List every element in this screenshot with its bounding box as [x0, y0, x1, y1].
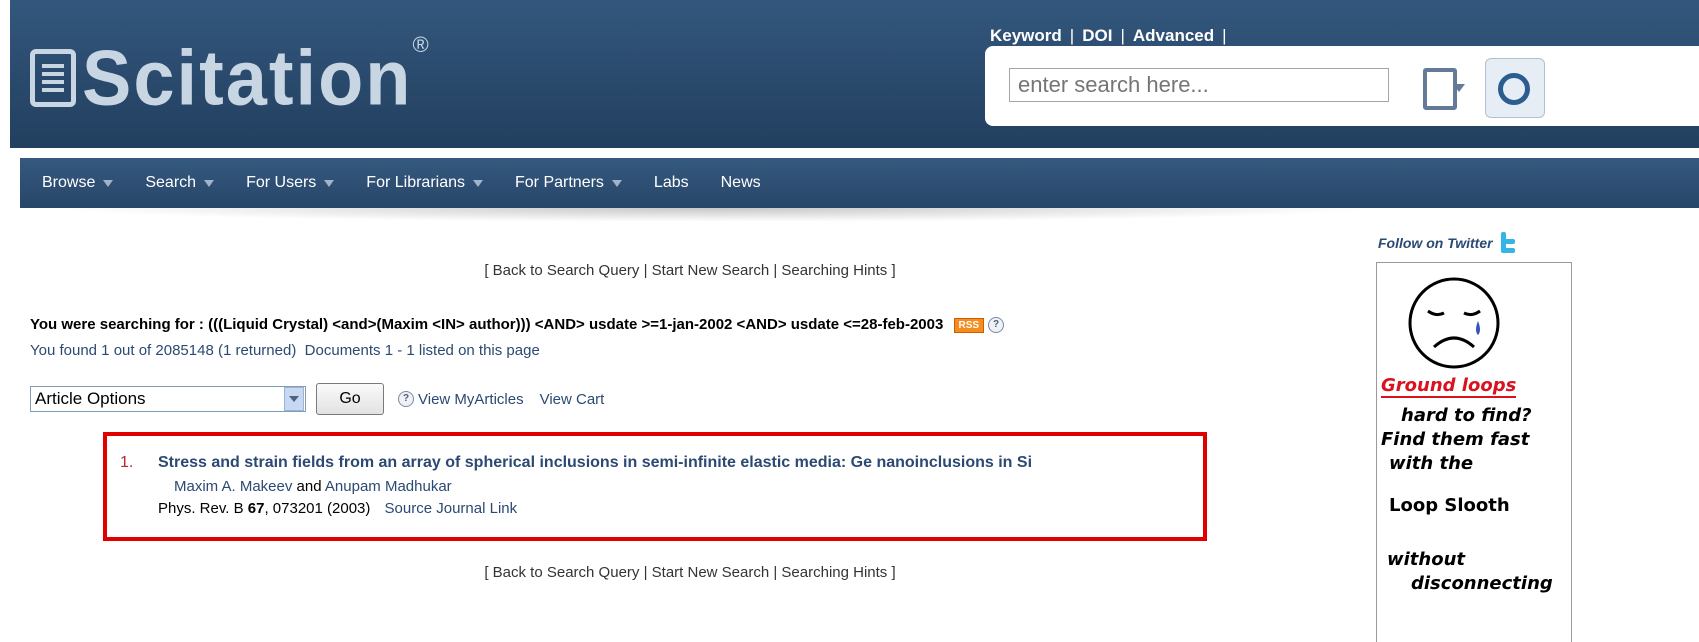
view-myarticles-link[interactable]: View MyArticles: [418, 391, 524, 408]
search-hints-bottom: [ Back to Search Query | Start New Searc…: [484, 564, 896, 581]
registered-mark: ®: [412, 32, 429, 57]
document-dropdown-icon[interactable]: [1423, 68, 1465, 110]
back-to-search-link[interactable]: Back to Search Query: [493, 262, 640, 279]
chevron-down-icon: [103, 179, 114, 187]
ad-product-name: Loop Slooth: [1389, 495, 1510, 516]
nav-search[interactable]: Search: [145, 174, 215, 192]
chevron-down-icon[interactable]: [284, 387, 304, 411]
logo-document-icon: [30, 48, 76, 107]
new-search-link[interactable]: Start New Search: [652, 262, 770, 279]
search-mode-keyword[interactable]: Keyword: [990, 26, 1062, 45]
found-text: You found 1 out of 2085148 (1 returned): [30, 342, 297, 359]
nav-for-users[interactable]: For Users: [246, 174, 335, 192]
query-text: (((Liquid Crystal) <and>(Maxim <IN> auth…: [203, 316, 944, 333]
search-hints-top: [ Back to Search Query | Start New Searc…: [484, 262, 896, 279]
back-to-search-link[interactable]: Back to Search Query: [493, 564, 640, 581]
nav-labs[interactable]: Labs: [654, 174, 689, 192]
documents-range: Documents 1 - 1 listed on this page: [304, 342, 540, 359]
nav-shadow: [50, 208, 1380, 222]
twitter-icon[interactable]: [1499, 232, 1517, 254]
search-mode-links: Keyword | DOI | Advanced |: [990, 26, 1227, 45]
article-options-select[interactable]: Article Options: [30, 386, 306, 412]
results-count: You found 1 out of 2085148 (1 returned) …: [30, 342, 540, 359]
help-icon[interactable]: ?: [398, 391, 414, 407]
go-button[interactable]: Go: [316, 383, 384, 415]
search-mode-advanced[interactable]: Advanced: [1133, 26, 1214, 45]
ad-headline: Ground loops: [1381, 375, 1517, 398]
source-journal-link[interactable]: Source Journal Link: [385, 500, 518, 517]
search-query-line: You were searching for : (((Liquid Cryst…: [30, 316, 1005, 334]
article-options-row: Article Options Go ? View MyArticles Vie…: [30, 383, 604, 415]
nav-for-librarians[interactable]: For Librarians: [366, 174, 483, 192]
page-frame: Scitation ® Keyword|DOI|Advanced| Browse…: [10, 0, 1699, 642]
help-icon[interactable]: ?: [988, 317, 1005, 334]
nav-browse[interactable]: Browse: [42, 174, 114, 192]
nav-news[interactable]: News: [721, 174, 761, 192]
result-authors: Maxim A. Makeev and Anupam Madhukar: [174, 478, 452, 495]
searching-hints-link[interactable]: Searching Hints: [781, 564, 887, 581]
scitation-logo[interactable]: Scitation ®: [30, 30, 429, 125]
result-highlight-box: 1. Stress and strain fields from an arra…: [103, 432, 1207, 541]
query-lead: You were searching for :: [30, 316, 204, 333]
new-search-link[interactable]: Start New Search: [652, 564, 770, 581]
rss-icon[interactable]: RSS: [953, 317, 985, 333]
follow-on-twitter[interactable]: Follow on Twitter: [1378, 232, 1517, 254]
chevron-down-icon: [204, 179, 215, 187]
result-citation: Phys. Rev. B 67, 073201 (2003) Source Jo…: [158, 500, 518, 517]
chevron-down-icon: [324, 179, 335, 187]
result-number: 1.: [120, 454, 134, 471]
sad-face-icon: [1408, 277, 1500, 369]
loop-slooth-ad[interactable]: Ground loops hard to find? Find them fas…: [1376, 262, 1572, 642]
logo-text: Scitation: [82, 33, 413, 121]
site-header: Scitation ® Keyword | DOI | Advanced |: [10, 0, 1699, 148]
search-mode-doi[interactable]: DOI: [1082, 26, 1112, 45]
search-panel: [985, 46, 1699, 126]
searching-hints-link[interactable]: Searching Hints: [781, 262, 887, 279]
search-input[interactable]: [1009, 68, 1389, 102]
author-link[interactable]: Anupam Madhukar: [325, 478, 452, 495]
nav-for-partners[interactable]: For Partners: [515, 174, 622, 192]
author-link[interactable]: Maxim A. Makeev: [174, 478, 292, 495]
chevron-down-icon: [611, 179, 622, 187]
chevron-down-icon: [473, 179, 483, 187]
search-icon[interactable]: [1485, 58, 1545, 118]
main-nav: Browse Search For Users For Librarians F…: [20, 158, 1699, 208]
view-cart-link[interactable]: View Cart: [540, 391, 605, 408]
result-title-link[interactable]: Stress and strain fields from an array o…: [158, 454, 1032, 472]
